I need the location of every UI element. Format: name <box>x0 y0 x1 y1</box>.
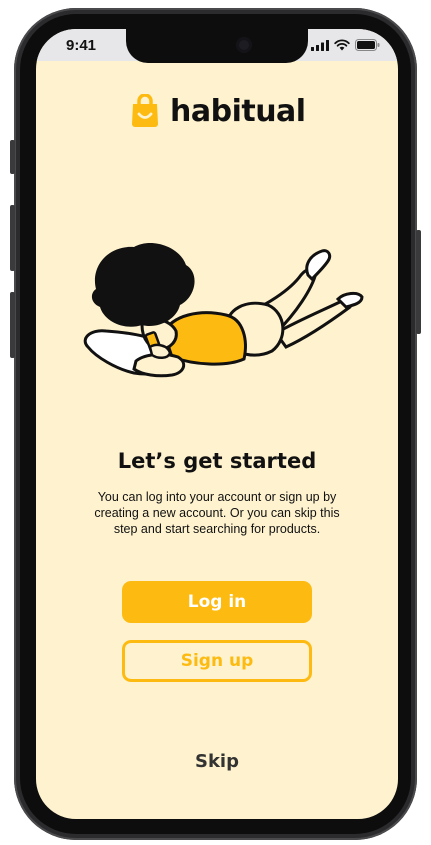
page-title: Let’s get started <box>117 449 317 473</box>
cellular-signal-icon <box>311 39 329 51</box>
volume-up-button <box>10 205 15 271</box>
app-logo: habitual <box>130 91 306 131</box>
phone-notch <box>126 29 308 63</box>
battery-icon <box>355 39 380 51</box>
signup-button[interactable]: Sign up <box>122 640 312 682</box>
onboarding-description: You can log into your account or sign up… <box>94 490 340 536</box>
login-button[interactable]: Log in <box>122 581 312 623</box>
skip-link[interactable]: Skip <box>36 751 398 772</box>
mute-switch <box>10 140 15 174</box>
app-screen: 9:41 habitual Let’s get started You can … <box>36 29 398 819</box>
status-time: 9:41 <box>66 37 97 54</box>
power-button <box>416 230 421 334</box>
app-name: habitual <box>170 93 306 129</box>
shopping-bag-smile-icon <box>132 94 158 127</box>
status-icons <box>311 39 380 51</box>
wifi-icon <box>334 39 350 51</box>
camera-icon <box>236 37 252 53</box>
person-lying-with-phone-illustration <box>83 243 364 378</box>
volume-down-button <box>10 292 15 358</box>
